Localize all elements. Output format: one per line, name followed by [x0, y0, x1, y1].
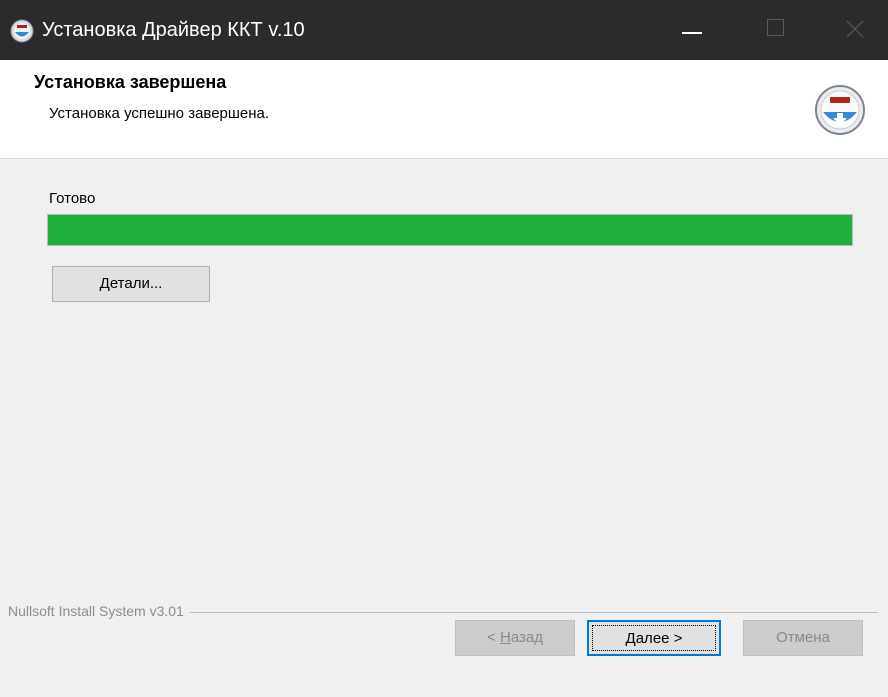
back-prefix: < — [487, 629, 500, 646]
installer-disc-icon — [10, 19, 34, 43]
close-icon — [846, 20, 864, 38]
close-button[interactable] — [826, 0, 884, 60]
status-label: Готово — [49, 190, 96, 207]
minimize-icon — [682, 32, 702, 34]
details-button[interactable]: Детали... — [52, 266, 210, 302]
installer-brand: Nullsoft Install System v3.01 — [8, 603, 190, 619]
page-subtitle: Установка успешно завершена. — [49, 105, 270, 122]
maximize-button[interactable] — [748, 0, 806, 60]
focus-rectangle — [592, 625, 716, 651]
back-label: азад — [510, 629, 543, 646]
back-button[interactable]: < Назад — [455, 620, 575, 656]
page-header: Установка завершена Установка успешно за… — [0, 60, 888, 159]
progress-fill — [48, 215, 852, 245]
installer-disc-icon — [815, 85, 865, 135]
window-title: Установка Драйвер ККТ v.10 — [42, 19, 305, 41]
next-button[interactable]: Далее > — [587, 620, 721, 656]
minimize-button[interactable] — [664, 0, 722, 60]
maximize-icon — [767, 19, 784, 36]
title-bar: Установка Драйвер ККТ v.10 — [0, 0, 888, 60]
back-hotkey: Н — [499, 629, 511, 646]
progress-bar — [47, 214, 853, 246]
cancel-button[interactable]: Отмена — [743, 620, 863, 656]
page-title: Установка завершена — [34, 72, 227, 92]
